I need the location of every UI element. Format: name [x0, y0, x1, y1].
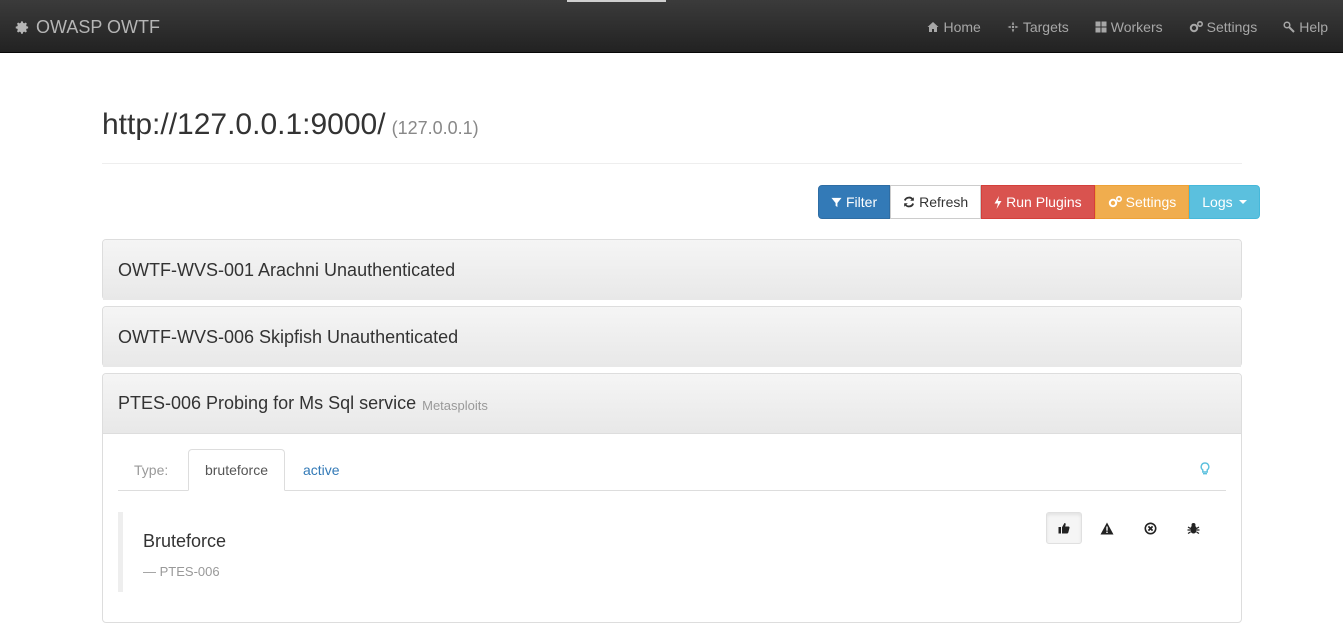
run-plugins-label: Run Plugins — [1006, 194, 1082, 210]
lightbulb-icon[interactable] — [1200, 462, 1210, 476]
circle-x-icon[interactable] — [1132, 512, 1168, 544]
target-url: http://127.0.0.1:9000/ — [102, 108, 386, 141]
home-icon — [927, 21, 939, 33]
plugin-subtitle: Metasploits — [422, 397, 488, 413]
toolbar: Filter Refresh Run Plugins Settings Logs — [818, 185, 1260, 219]
bug-icon[interactable] — [1175, 512, 1211, 544]
plugin-title: OWTF-WVS-001 Arachni Unauthenticated — [118, 259, 456, 280]
top-navbar: OWASP OWTF Home Targets Workers Settings — [0, 0, 1343, 53]
link-icon — [1283, 20, 1295, 33]
nav-indicator — [567, 0, 666, 2]
gears-icon — [1189, 20, 1203, 33]
target-ip: (127.0.0.1) — [391, 118, 479, 138]
plugin-panel-heading[interactable]: PTES-006 Probing for Ms Sql service Meta… — [103, 374, 1241, 434]
settings-label: Settings — [1125, 194, 1177, 210]
plugin-output-title: Bruteforce — [143, 531, 227, 551]
plugin-panel: OWTF-WVS-001 Arachni Unauthenticated — [102, 239, 1242, 300]
plugin-output-blockquote: Bruteforce — PTES-006 — [118, 512, 1226, 592]
plugin-title: PTES-006 Probing for Ms Sql service — [118, 393, 417, 413]
filter-label: Filter — [846, 194, 878, 210]
bolt-icon — [994, 195, 1002, 209]
th-large-icon — [1095, 21, 1107, 33]
logs-label: Logs — [1202, 194, 1233, 210]
plugin-flag-actions — [1046, 512, 1211, 544]
plugin-panel-heading[interactable]: OWTF-WVS-001 Arachni Unauthenticated — [103, 240, 1241, 300]
nav-item-label: Targets — [1022, 18, 1069, 35]
refresh-button[interactable]: Refresh — [890, 185, 982, 219]
nav-item-workers[interactable]: Workers — [1082, 0, 1176, 53]
warning-icon[interactable] — [1089, 512, 1125, 544]
nav-item-help[interactable]: Help — [1270, 0, 1343, 53]
brand-label: OWASP OWTF — [36, 16, 160, 37]
gear-icon — [15, 20, 30, 35]
divider — [102, 163, 1242, 164]
filter-icon — [831, 197, 842, 208]
run-plugins-button[interactable]: Run Plugins — [981, 185, 1095, 219]
nav-item-label: Help — [1299, 18, 1328, 35]
nav-item-settings[interactable]: Settings — [1176, 0, 1271, 53]
brand[interactable]: OWASP OWTF — [15, 16, 160, 38]
nav-item-label: Home — [943, 18, 981, 35]
plugin-output-source: — PTES-006 — [143, 564, 220, 579]
plugin-title: OWTF-WVS-006 Skipfish Unauthenticated — [118, 326, 459, 347]
crosshairs-icon — [1007, 21, 1019, 33]
page-title: http://127.0.0.1:9000/ (127.0.0.1) — [102, 108, 479, 152]
plugin-panel-expanded: PTES-006 Probing for Ms Sql service Meta… — [102, 373, 1242, 623]
caret-down-icon — [1238, 200, 1247, 204]
type-label: Type: — [134, 462, 169, 478]
nav-item-label: Settings — [1206, 18, 1258, 35]
settings-button[interactable]: Settings — [1094, 185, 1190, 219]
nav-item-targets[interactable]: Targets — [994, 0, 1082, 53]
plugin-panel: OWTF-WVS-006 Skipfish Unauthenticated — [102, 306, 1242, 367]
nav-menu: Home Targets Workers Settings Help — [914, 0, 1343, 53]
gears-icon — [1108, 196, 1122, 208]
nav-item-home[interactable]: Home — [914, 0, 993, 53]
plugin-type-tabs: Type: bruteforce active — [118, 449, 1226, 491]
nav-item-label: Workers — [1110, 18, 1163, 35]
tab-bruteforce[interactable]: bruteforce — [188, 449, 285, 491]
refresh-icon — [903, 196, 915, 208]
refresh-label: Refresh — [919, 194, 969, 210]
plugin-panel-heading[interactable]: OWTF-WVS-006 Skipfish Unauthenticated — [103, 307, 1241, 367]
logs-dropdown-button[interactable]: Logs — [1189, 185, 1260, 219]
tab-active[interactable]: active — [303, 462, 340, 478]
thumbs-up-icon[interactable] — [1046, 512, 1082, 544]
filter-button[interactable]: Filter — [818, 185, 891, 219]
